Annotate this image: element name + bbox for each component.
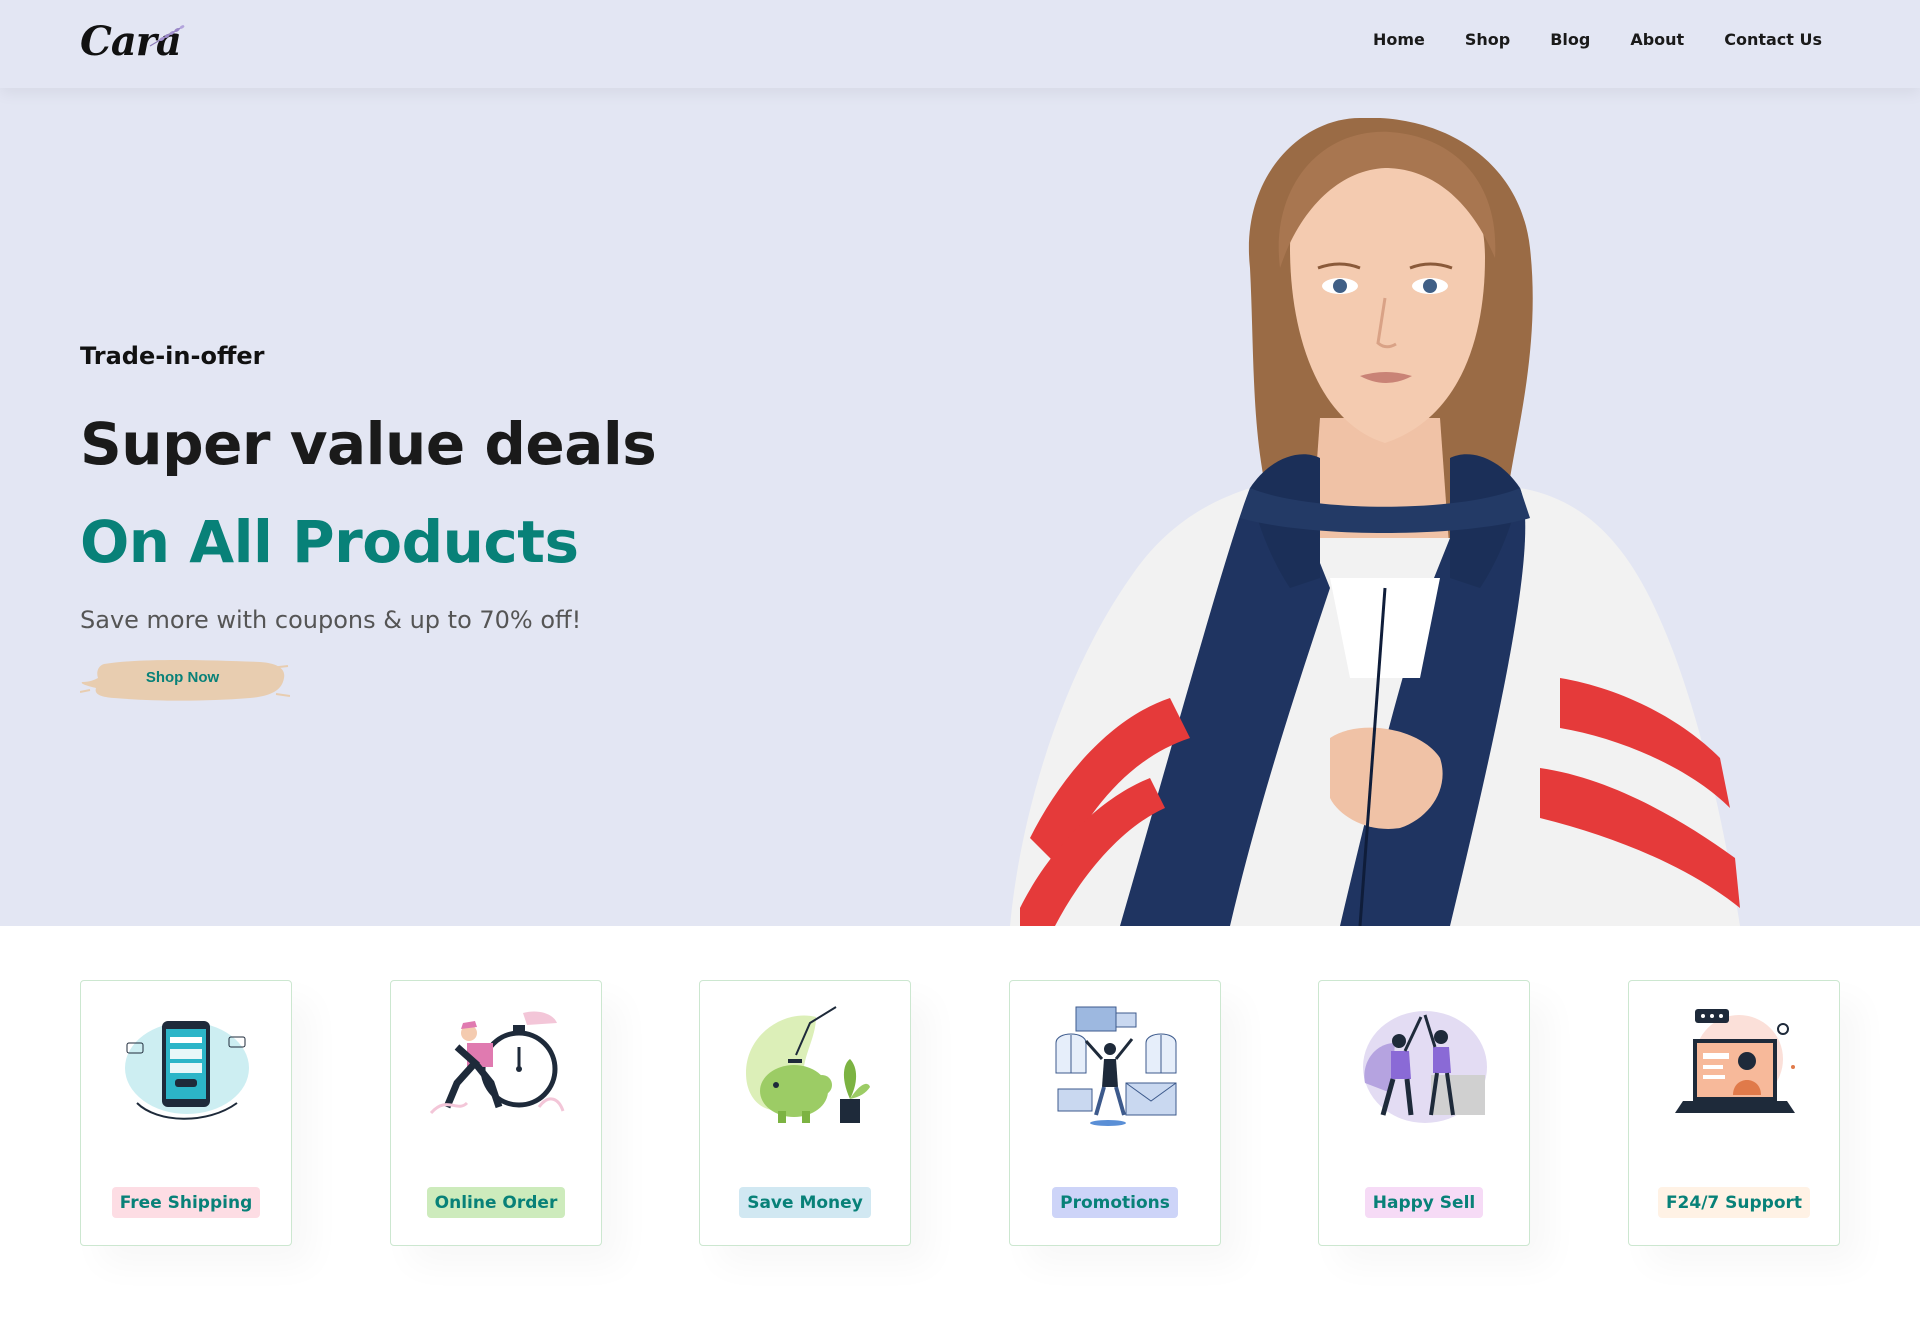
hero-model-image [1010,118,1740,926]
feature-label: Free Shipping [111,1187,261,1218]
high-five-icon [1363,1011,1487,1123]
feature-label: Promotions [1052,1187,1178,1218]
hero-section: Trade-in-offer Super value deals On All … [0,88,1920,926]
hero-kicker: Trade-in-offer [80,342,265,370]
piggy-bank-icon [746,1006,870,1123]
hero-subtitle: On All Products [80,508,579,576]
site-header: Cara Home Shop Blog About Contact Us [0,0,1920,88]
features-section: Free Shipping Online Order Save Money Pr… [80,980,1840,1246]
promotion-mail-icon [1055,1006,1177,1126]
feature-label: Save Money [739,1187,871,1218]
delivery-stopwatch-icon [429,1011,565,1115]
brand-logo[interactable]: Cara [80,16,190,72]
lavender-sprig-icon [149,25,185,47]
feature-card-online-order[interactable]: Online Order [390,980,602,1246]
feature-label: F24/7 Support [1657,1187,1811,1218]
feature-card-happy-sell[interactable]: Happy Sell [1318,980,1530,1246]
feature-card-support[interactable]: F24/7 Support [1628,980,1840,1246]
nav-about[interactable]: About [1630,30,1684,49]
nav-home[interactable]: Home [1373,30,1425,49]
shop-now-button[interactable]: Shop Now [80,654,290,706]
feature-label: Online Order [426,1187,566,1218]
nav-shop[interactable]: Shop [1465,30,1510,49]
main-nav: Home Shop Blog About Contact Us [1373,30,1822,49]
feature-label: Happy Sell [1364,1187,1484,1218]
hero-title: Super value deals [80,410,657,478]
nav-contact-us[interactable]: Contact Us [1724,30,1822,49]
hero-description: Save more with coupons & up to 70% off! [80,606,582,634]
feature-card-promotions[interactable]: Promotions [1009,980,1221,1246]
payment-phone-icon [125,1021,249,1120]
shop-now-label: Shop Now [145,669,220,686]
support-laptop-icon [1675,1009,1795,1113]
feature-card-free-shipping[interactable]: Free Shipping [80,980,292,1246]
feature-card-save-money[interactable]: Save Money [699,980,911,1246]
nav-blog[interactable]: Blog [1550,30,1590,49]
